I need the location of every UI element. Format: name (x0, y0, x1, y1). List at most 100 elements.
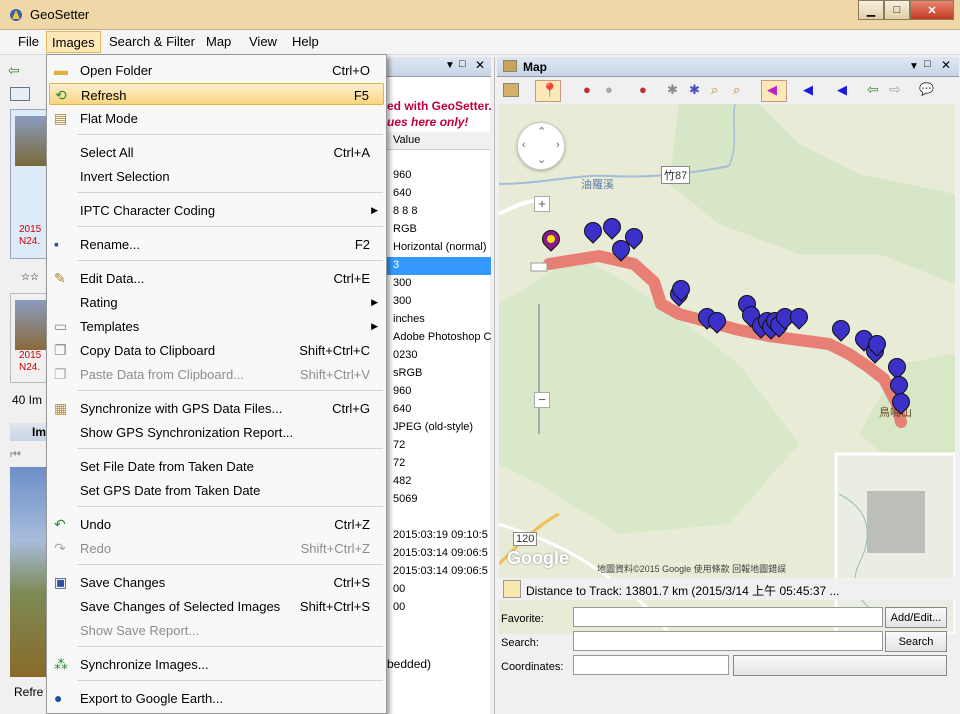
value-column-header[interactable]: Value (387, 132, 491, 150)
close-icon[interactable]: ✕ (475, 58, 485, 72)
property-value[interactable]: 5069 (393, 493, 417, 505)
menu-item-set-file-date-from-taken-date[interactable]: Set File Date from Taken Date (49, 455, 384, 477)
menu-item-synchronize-with-gps-data-files[interactable]: ▦ Synchronize with GPS Data Files... Ctrl+… (49, 397, 384, 419)
property-value[interactable]: 2015:03:14 09:06:5 (393, 547, 488, 559)
menu-map[interactable]: Map (201, 34, 236, 49)
maximize-button[interactable]: □ (884, 0, 910, 20)
menu-item-rating[interactable]: Rating ▶ (49, 291, 384, 313)
menu-item-invert-selection[interactable]: Invert Selection (49, 165, 384, 187)
menu-item-open-folder[interactable]: ▬ Open Folder Ctrl+O (49, 59, 384, 81)
property-value[interactable]: 640 (393, 187, 411, 199)
pan-right-icon[interactable]: › (556, 139, 560, 151)
menu-item-save-changes-of-selected-images[interactable]: Save Changes of Selected Images Shift+Ctr… (49, 595, 384, 617)
menu-item-show-gps-synchronization-report[interactable]: Show GPS Synchronization Report... (49, 421, 384, 443)
menu-item-select-all[interactable]: Select All Ctrl+A (49, 141, 384, 163)
property-value[interactable]: 3 (393, 259, 399, 271)
zoom-icon[interactable]: ⌕ (733, 82, 740, 98)
thumbnail-card[interactable]: 2015 N24. (10, 293, 48, 383)
menu-view[interactable]: View (244, 34, 282, 49)
coordinates-button[interactable] (733, 655, 947, 676)
float-icon[interactable]: □ (459, 58, 466, 70)
pan-down-icon[interactable]: ⌄ (537, 153, 546, 166)
panel-menu-icon[interactable]: ▼ (909, 61, 919, 72)
menu-item-paste-data-from-clipboard: ❐ Paste Data from Clipboard... Shift+Ctrl+… (49, 363, 384, 385)
menu-item-iptc-character-coding[interactable]: IPTC Character Coding ▶ (49, 199, 384, 221)
menu-item-edit-data[interactable]: ✎ Edit Data... Ctrl+E (49, 267, 384, 289)
menu-item-undo[interactable]: ↶ Undo Ctrl+Z (49, 513, 384, 535)
property-value[interactable]: 960 (393, 169, 411, 181)
property-value[interactable]: 2015:03:14 09:06:5 (393, 565, 488, 577)
property-value[interactable]: JPEG (old-style) (393, 421, 473, 433)
pins-icon[interactable]: ✱ (689, 82, 700, 98)
menu-item-export-to-google-earth[interactable]: ● Export to Google Earth... (49, 687, 384, 709)
property-value[interactable]: sRGB (393, 367, 422, 379)
close-icon[interactable]: ✕ (941, 58, 951, 72)
search-button[interactable]: Search (885, 631, 947, 652)
add-edit-button[interactable]: Add/Edit... (885, 607, 947, 628)
close-button[interactable]: ✕ (910, 0, 954, 20)
property-value[interactable]: Adobe Photoshop C (393, 331, 491, 343)
back-arrow-icon[interactable]: ⇦ (8, 62, 20, 79)
blue-flag-icon[interactable]: ◀ (837, 82, 847, 98)
zoom-slider-handle[interactable] (530, 262, 548, 272)
panel-menu-icon[interactable]: ▼ (445, 60, 455, 71)
menu-search-filter[interactable]: Search & Filter (104, 34, 200, 49)
property-value[interactable]: 300 (393, 295, 411, 307)
zoom-out-button[interactable]: − (534, 392, 550, 408)
thumbnail-card[interactable]: 2015 N24. ☆☆ (10, 109, 48, 283)
zoom-in-button[interactable]: + (534, 196, 550, 212)
property-value[interactable]: RGB (393, 223, 417, 235)
menu-help[interactable]: Help (287, 34, 324, 49)
minimize-button[interactable]: ▁ (858, 0, 884, 20)
menu-item-refresh[interactable]: ⟲ Refresh F5 (49, 83, 384, 105)
property-value[interactable]: 300 (393, 277, 411, 289)
search-input[interactable] (573, 631, 883, 651)
property-value[interactable]: 0230 (393, 349, 417, 361)
map-header: Map ▼ □ ✕ (497, 57, 959, 77)
property-value[interactable]: 72 (393, 457, 405, 469)
map-type-icon[interactable] (503, 83, 519, 97)
comment-icon[interactable]: 💬 (919, 82, 934, 96)
menu-item-copy-data-to-clipboard[interactable]: ❐ Copy Data to Clipboard Shift+Ctrl+C (49, 339, 384, 361)
menu-item-save-changes[interactable]: ▣ Save Changes Ctrl+S (49, 571, 384, 593)
float-icon[interactable]: □ (924, 58, 931, 70)
edit-pencil-icon[interactable] (503, 580, 521, 598)
pin-group-icon[interactable]: ● (605, 82, 613, 97)
favorite-field[interactable] (573, 607, 883, 627)
property-value[interactable]: inches (393, 313, 425, 325)
image-count: 40 Im (12, 393, 43, 407)
property-value[interactable]: 00 (393, 583, 405, 595)
menu-item-rename[interactable]: ▪ Rename... F2 (49, 233, 384, 255)
property-value[interactable]: 72 (393, 439, 405, 451)
property-value[interactable]: 640 (393, 403, 411, 415)
map-attribution[interactable]: 地圖資料©2015 Google 使用條款 回報地圖錯誤 (597, 562, 786, 575)
search-label: Search: (501, 637, 539, 649)
forward-icon[interactable]: ⇨ (889, 81, 901, 98)
property-value[interactable]: 482 (393, 475, 411, 487)
menu-item-set-gps-date-from-taken-date[interactable]: Set GPS Date from Taken Date (49, 479, 384, 501)
red-pin-icon[interactable]: ● (583, 82, 591, 97)
menu-images[interactable]: Images (46, 31, 101, 53)
menu-item-templates[interactable]: ▭ Templates ▶ (49, 315, 384, 337)
property-value[interactable]: 2015:03:19 09:10:5 (393, 529, 488, 541)
pan-up-icon[interactable]: ⌃ (537, 125, 546, 138)
back-icon[interactable]: ⇦ (867, 81, 879, 98)
property-value[interactable]: 8 8 8 (393, 205, 417, 217)
menu-item-flat-mode[interactable]: ▤ Flat Mode (49, 107, 384, 129)
map-canvas[interactable]: ⌃ ⌄ ‹ › + − 油羅溪 竹87 120 鳥嘴山 Google 地圖資料©… (499, 104, 955, 634)
menu-file[interactable]: File (13, 34, 44, 49)
property-value[interactable]: Horizontal (normal) (393, 241, 487, 253)
coordinates-field[interactable] (573, 655, 729, 675)
property-value[interactable]: 00 (393, 601, 405, 613)
search-pin-icon[interactable]: ⌕ (711, 82, 718, 98)
pan-control[interactable]: ⌃ ⌄ ‹ › (517, 122, 565, 170)
view-mode-icon[interactable] (10, 87, 30, 101)
blue-arrow-icon[interactable]: ◀ (803, 82, 813, 98)
pin-arrow-icon[interactable]: ● (639, 82, 647, 97)
pan-left-icon[interactable]: ‹ (522, 139, 526, 151)
property-value[interactable]: 960 (393, 385, 411, 397)
menu-item-synchronize-images[interactable]: ⁂ Synchronize Images... (49, 653, 384, 675)
tools-icon[interactable]: ✱ (667, 82, 678, 98)
first-image-icon[interactable]: ⏮ (10, 447, 21, 462)
rating-stars[interactable]: ☆☆ (21, 272, 39, 283)
